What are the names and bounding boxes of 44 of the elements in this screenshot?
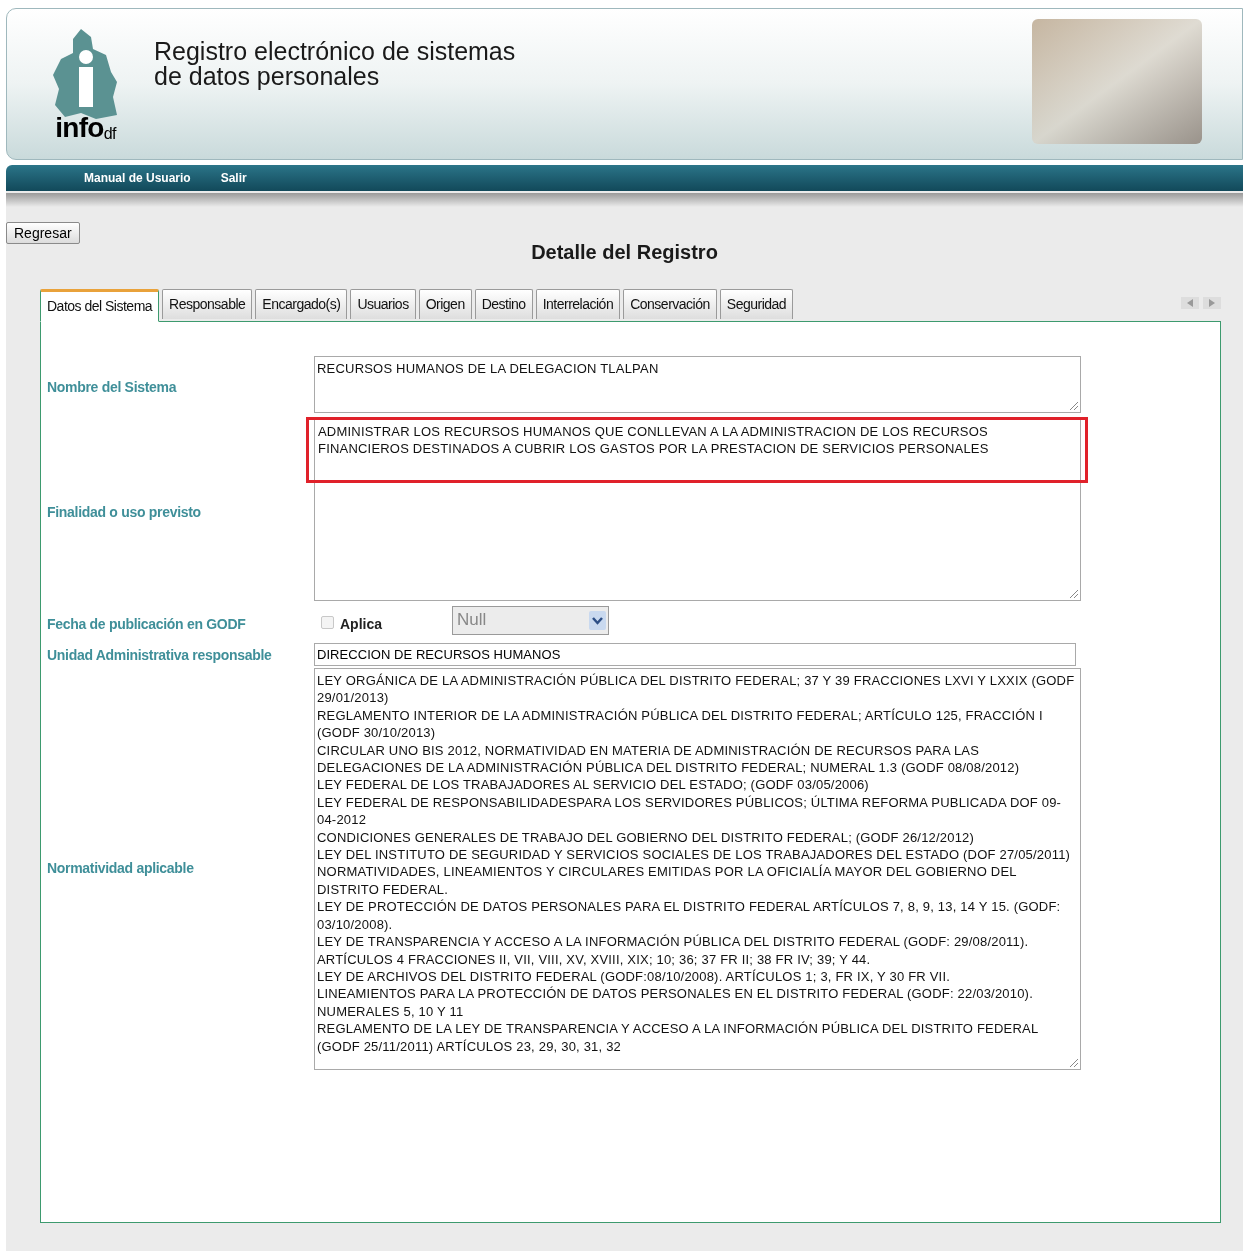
field-label: Unidad Administrativa responsable: [47, 646, 272, 665]
input-field[interactable]: DIRECCION DE RECURSOS HUMANOS: [314, 643, 1076, 666]
tab-scroll-arrows-icon[interactable]: [1181, 297, 1221, 309]
field-label: Nombre del Sistema: [47, 378, 177, 397]
text-line: REGLAMENTO INTERIOR DE LA ADMINISTRACIÓN PÚBLICA DEL DISTRITO FEDERAL; ARTÍCULO 125, FRACCIÓN I (GODF 30/10/2013): [317, 706, 1044, 742]
text-area[interactable]: RECURSOS HUMANOS DE LA DELEGACION TLALPAN: [314, 356, 1081, 413]
field-label: Fecha de publicación en GODF: [47, 614, 246, 634]
text-line: LEY DE PROTECCIÓN DE DATOS PERSONALES PARA EL DISTRITO FEDERAL ARTÍCULOS 7, 8, 9, 13, 14 Y 15. (GODF: 03/10/2008).: [317, 898, 1062, 934]
site-title: de datos personales: [154, 64, 381, 89]
tab[interactable]: Origen: [418, 289, 472, 319]
back-button[interactable]: Regresar: [6, 222, 80, 244]
tab[interactable]: Seguridad: [719, 289, 794, 319]
text-line: NORMATIVIDADES, LINEAMIENTOS Y CIRCULARES EMITIDAS POR LA OFICIALÍA MAYOR DEL GOBIERNO DEL DISTRITO FEDERAL.: [317, 863, 1018, 899]
page-title: Detalle del Registro: [531, 240, 718, 265]
tab[interactable]: Responsable: [162, 289, 253, 319]
tab[interactable]: Encargado(s): [255, 289, 348, 319]
nav-link[interactable]: Manual de Usuario: [84, 169, 191, 187]
text-line: LEY ORGÁNICA DE LA ADMINISTRACIÓN PÚBLICA DEL DISTRITO FEDERAL; 37 Y 39 FRACCIONES LXVI Y LXXIX (GODF 29/01/2013): [317, 672, 1076, 707]
tab[interactable]: Conservación: [623, 289, 717, 319]
field-label: Finalidad o uso previsto: [47, 502, 201, 522]
checkbox-label: Aplica: [340, 614, 382, 634]
text-line: LEY FEDERAL DE RESPONSABILIDADESPARA LOS SERVIDORES PÚBLICOS; ÚLTIMA REFORMA PUBLICADA DOF 09-04-2012: [317, 793, 1063, 829]
tab[interactable]: Usuarios: [350, 289, 416, 319]
resize-grip-icon[interactable]: [1069, 1057, 1079, 1068]
text-line: CIRCULAR UNO BIS 2012, NORMATIVIDAD EN MATERIA DE ADMINISTRACIÓN DE RECURSOS PARA LAS DELEGACIONES DE LA ADMINISTRACIÓN PÚBLICA DEL DISTRITO FEDERAL; NUMERAL 1.3 (GODF 08/08/2012): [317, 741, 1021, 777]
checkbox[interactable]: [321, 615, 334, 629]
text-line: LEY DE ARCHIVOS DEL DISTRITO FEDERAL (GODF:08/10/2008). ARTÍCULOS 1; 3, FR IX, Y 30 FR VII.: [317, 967, 952, 986]
text-line: RECURSOS HUMANOS DE LA DELEGACION TLALPAN: [317, 360, 660, 378]
resize-grip-icon[interactable]: [1069, 401, 1079, 411]
field-label: Normatividad aplicable: [47, 859, 194, 879]
text-line: CONDICIONES GENERALES DE TRABAJO DEL GOBIERNO DEL DISTRITO FEDERAL; (GODF 26/12/2012): [317, 828, 976, 847]
text-line: ADMINISTRAR LOS RECURSOS HUMANOS QUE CONLLEVAN A LA ADMINISTRACION DE LOS RECURSOS FINANCIEROS DESTINADOS A CUBRIR LOS GASTOS POR LA PRESTACION DE SERVICIOS PERSONALES: [318, 423, 990, 458]
text-line: LEY FEDERAL DE LOS TRABAJADORES AL SERVICIO DEL ESTADO; (GODF 03/05/2006): [317, 776, 870, 794]
text-line: LINEAMIENTOS PARA LA PROTECCIÓN DE DATOS PERSONALES EN EL DISTRITO FEDERAL (GODF: 22/03/2010). NUMERALES 5, 10 Y 11: [317, 985, 1034, 1021]
tab[interactable]: Datos del Sistema: [40, 289, 160, 322]
text-area[interactable]: [314, 668, 1081, 1070]
text-line: LEY DE TRANSPARENCIA Y ACCESO A LA INFORMACIÓN PÚBLICA DEL DISTRITO FEDERAL (GODF: 29/08/2011). ARTÍCULOS 4 FRACCIONES II, VII, VIII, XV, XVIII, XIX; 10; 36; 37 FR II; 38 FR IV; 39; Y 44.: [317, 933, 1030, 968]
tab[interactable]: Destino: [474, 289, 533, 319]
text-line: REGLAMENTO DE LA LEY DE TRANSPARENCIA Y ACCESO A LA INFORMACIÓN PÚBLICA DEL DISTRITO FEDERAL (GODF 25/11/2011) ARTÍCULOS 23, 29, 30, 31, 32: [317, 1020, 1039, 1055]
tab[interactable]: Interrelación: [535, 289, 621, 319]
nav-link[interactable]: Salir: [220, 169, 247, 187]
resize-grip-icon[interactable]: [1069, 589, 1079, 599]
text-line: LEY DEL INSTITUTO DE SEGURIDAD Y SERVICIOS SOCIALES DE LOS TRABAJADORES DEL ESTADO (DOF 27/05/2011): [317, 846, 1072, 864]
logo-text: infodf: [55, 113, 116, 142]
